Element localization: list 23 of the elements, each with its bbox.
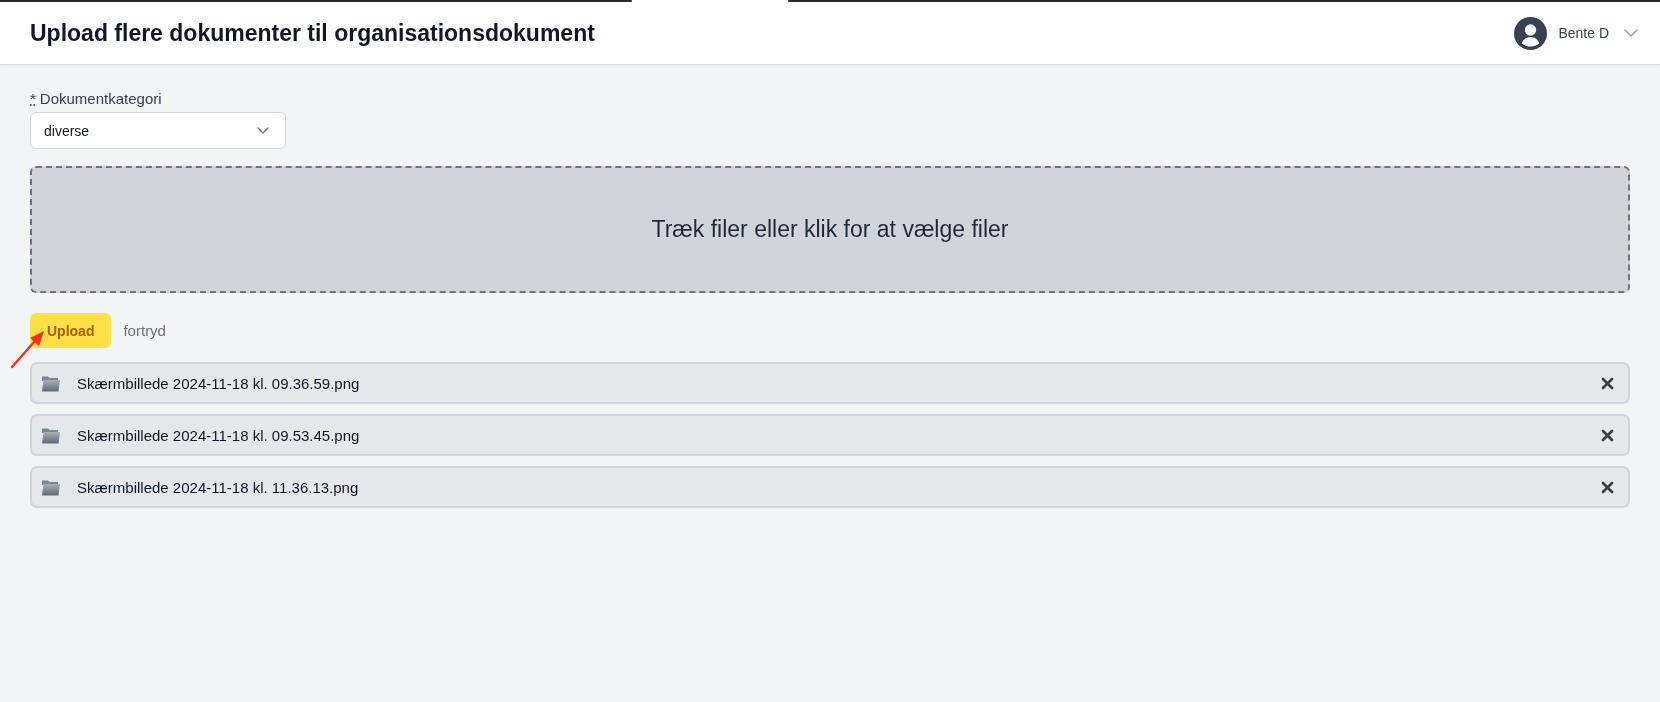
file-name: Skærmbillede 2024-11-18 kl. 09.53.45.png (77, 426, 361, 444)
close-icon (1600, 376, 1614, 390)
page-title: Upload flere dokumenter til organisationsdokument (30, 19, 595, 47)
remove-button[interactable] (1600, 480, 1614, 494)
category-select[interactable]: diverse (30, 112, 286, 149)
required-mark: * (30, 90, 36, 108)
remove-button[interactable] (1600, 376, 1614, 390)
avatar-icon[interactable] (1514, 16, 1548, 50)
file-dropzone[interactable]: Træk filer eller klik for at vælge filer (30, 166, 1630, 293)
annotation-arrow (9, 328, 47, 370)
file-name: Skærmbillede 2024-11-18 kl. 11.36.13.png (77, 478, 360, 496)
chevron-down-icon (257, 127, 269, 134)
close-icon (1600, 480, 1614, 494)
upload-button[interactable]: Upload (30, 313, 112, 348)
field-label: Dokumentkategori (39, 90, 162, 108)
user-name[interactable]: Bente D (1558, 25, 1609, 41)
cancel-link[interactable]: fortryd (123, 322, 166, 339)
folder-icon (41, 478, 61, 496)
remove-button[interactable] (1600, 428, 1614, 442)
folder-icon (41, 374, 61, 392)
close-icon (1600, 428, 1614, 442)
folder-icon (41, 426, 61, 444)
file-name: Skærmbillede 2024-11-18 kl. 09.36.59.png (77, 374, 361, 392)
